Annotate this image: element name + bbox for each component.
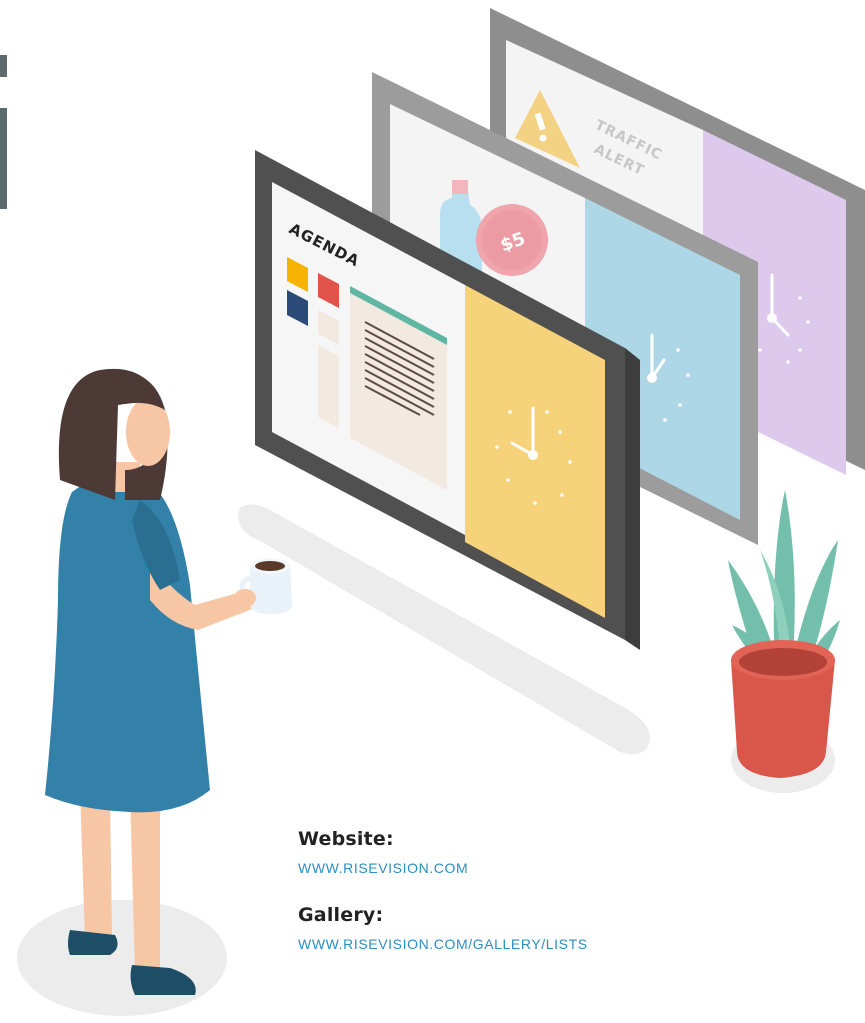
website-block: Website: WWW.RISEVISION.COM: [298, 828, 838, 878]
price-badge: $5: [476, 204, 548, 276]
website-link[interactable]: WWW.RISEVISION.COM: [298, 860, 468, 876]
links-section: Website: WWW.RISEVISION.COM Gallery: WWW…: [298, 828, 838, 980]
gallery-label: Gallery:: [298, 904, 384, 926]
website-label: Website:: [298, 828, 394, 850]
woman-figure: [17, 368, 292, 1016]
gallery-block: Gallery: WWW.RISEVISION.COM/GALLERY/LIST…: [298, 904, 838, 954]
gallery-link[interactable]: WWW.RISEVISION.COM/GALLERY/LISTS: [298, 936, 588, 952]
